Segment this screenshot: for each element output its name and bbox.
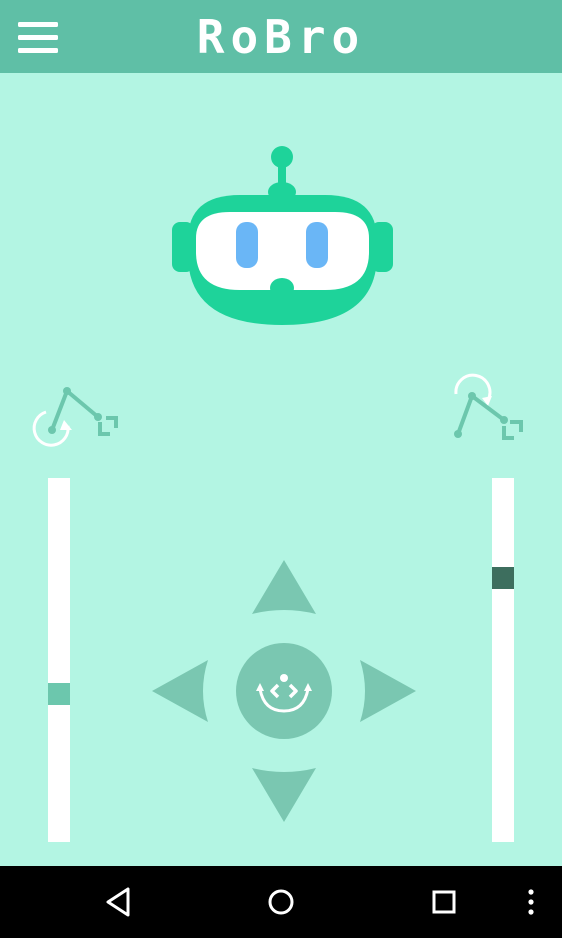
move-left-button[interactable] [150, 658, 210, 724]
right-arm-joint-rotate-button[interactable] [446, 370, 536, 446]
app-title: RoBro [196, 9, 366, 64]
triangle-back-icon [106, 887, 130, 917]
left-arm-base-rotate-button[interactable] [28, 382, 124, 450]
center-rotate-button[interactable] [236, 643, 332, 739]
circle-home-icon [268, 889, 294, 915]
arrow-down-icon [252, 768, 316, 822]
home-button[interactable] [261, 882, 301, 922]
arrow-left-icon [152, 660, 208, 722]
right-arm-slider[interactable] [492, 478, 514, 842]
left-arm-slider[interactable] [48, 478, 70, 842]
more-options-button[interactable] [520, 882, 542, 922]
system-nav-bar [0, 866, 562, 938]
recents-button[interactable] [424, 882, 464, 922]
back-button[interactable] [98, 882, 138, 922]
robotic-arm-rotate-joint-icon [454, 373, 523, 440]
move-down-button[interactable] [250, 766, 318, 824]
square-recents-icon [432, 890, 456, 914]
move-up-button[interactable] [250, 558, 318, 616]
arrow-up-icon [252, 560, 316, 614]
vertical-dots-icon [528, 889, 534, 915]
robot-controller-screen: RoBro [0, 0, 562, 938]
rotate-code-icon [256, 674, 312, 713]
arrow-right-icon [360, 660, 416, 722]
left-slider-thumb[interactable] [48, 683, 70, 705]
move-right-button[interactable] [358, 658, 418, 724]
robot-head-icon [172, 146, 393, 325]
app-bar: RoBro [0, 0, 562, 73]
right-slider-thumb[interactable] [492, 567, 514, 589]
robotic-arm-rotate-base-icon [32, 387, 118, 447]
